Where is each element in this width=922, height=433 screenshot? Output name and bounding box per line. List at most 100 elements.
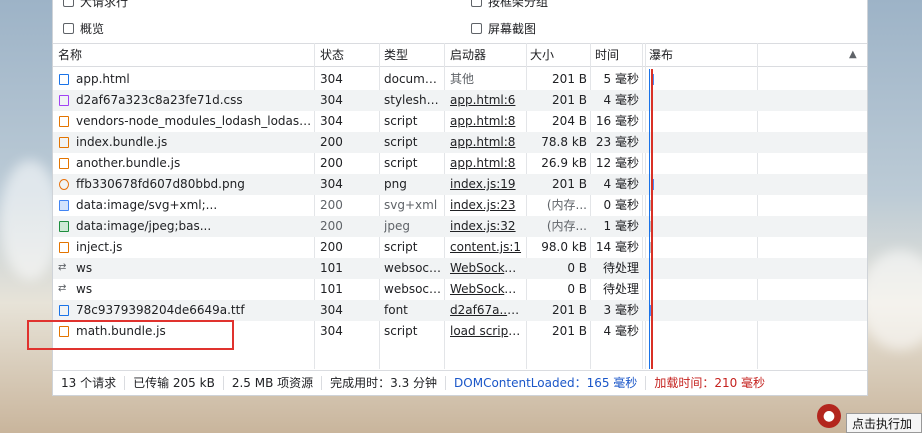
column-type[interactable]: 类型	[384, 44, 408, 66]
request-time: 4 毫秒	[603, 177, 639, 191]
overview-label: 概览	[80, 21, 105, 36]
column-initiator[interactable]: 启动器	[450, 44, 486, 66]
request-name: d2af67a323c8a23fe71d.css	[76, 93, 243, 107]
js-file-icon	[59, 137, 69, 148]
dom-content-loaded-line	[649, 69, 650, 369]
request-size: 0 B	[567, 282, 587, 296]
request-type: script	[384, 240, 418, 254]
screenshots-checkbox[interactable]	[471, 22, 482, 34]
table-row[interactable]: index.bundle.js 200 script app.html:8 78.8 k…	[53, 132, 867, 153]
overview-checkbox[interactable]	[63, 22, 74, 34]
js-file-icon	[59, 116, 69, 127]
js-file-icon	[59, 242, 69, 253]
table-row[interactable]: inject.js 200 script content.js:1 98.0 kB 14 …	[53, 237, 867, 258]
request-initiator[interactable]: d2af67a....css	[450, 300, 522, 321]
table-row[interactable]: app.html 304 document 其他 201 B 5 毫秒	[53, 69, 867, 90]
request-type: script	[384, 156, 418, 170]
sort-arrow-icon[interactable]: ▲	[849, 44, 857, 66]
request-time: 23 毫秒	[595, 135, 639, 149]
request-status: 200	[320, 135, 343, 149]
websocket-file-icon: ⇄	[58, 283, 67, 294]
request-initiator[interactable]: WebSocket...	[450, 258, 522, 279]
request-status: 200	[320, 198, 343, 212]
request-name: ws	[76, 261, 93, 275]
request-type: jpeg	[384, 219, 410, 233]
request-type: script	[384, 114, 418, 128]
tooltip: 点击执行加	[846, 413, 922, 433]
websocket-file-icon: ⇄	[58, 262, 67, 273]
jpg-file-icon	[59, 221, 69, 232]
request-initiator[interactable]: app.html:6	[450, 90, 522, 111]
request-name: vendors-node_modules_lodash_lodash_js-..…	[76, 114, 312, 128]
request-size: 204 B	[552, 114, 587, 128]
table-row[interactable]: d2af67a323c8a23fe71d.css 304 stylesheet app…	[53, 90, 867, 111]
request-time: 0 毫秒	[603, 198, 639, 212]
request-initiator[interactable]: load script:41	[450, 321, 522, 342]
large-rows-option[interactable]: 大请求行	[63, 0, 128, 11]
request-time: 5 毫秒	[603, 72, 639, 86]
table-header: 名称 状态 类型 启动器 大小 时间 瀑布 ▲	[53, 43, 867, 67]
request-size: 201 B	[552, 72, 587, 86]
table-row[interactable]: 78c9379398204de6649a.ttf 304 font d2af67a..…	[53, 300, 867, 321]
large-rows-checkbox[interactable]	[63, 0, 74, 7]
request-initiator[interactable]: index.js:23	[450, 195, 522, 216]
request-initiator[interactable]: content.js:1	[450, 237, 522, 258]
background-cloud	[0, 160, 60, 280]
resources-size: 2.5 MB 项资源	[224, 376, 323, 390]
group-by-frame-option[interactable]: 按框架分组	[471, 0, 548, 11]
request-name: app.html	[76, 72, 130, 86]
request-initiator[interactable]: index.js:19	[450, 174, 522, 195]
table-row[interactable]: another.bundle.js 200 script app.html:8 26.9…	[53, 153, 867, 174]
request-initiator[interactable]: index.js:32	[450, 216, 522, 237]
column-waterfall[interactable]: 瀑布	[649, 44, 673, 66]
request-status: 101	[320, 261, 343, 275]
table-row[interactable]: ffb330678fd607d80bbd.png 304 png index.js:1…	[53, 174, 867, 195]
column-size[interactable]: 大小	[530, 44, 554, 66]
load-event-line	[651, 69, 653, 369]
github-icon[interactable]: ●	[817, 404, 841, 428]
request-time: 4 毫秒	[603, 324, 639, 338]
load-time: 加载时间：210 毫秒	[654, 376, 766, 390]
request-name: inject.js	[76, 240, 123, 254]
highlight-box	[27, 320, 234, 350]
screenshots-option[interactable]: 屏幕截图	[471, 18, 536, 38]
large-rows-label: 大请求行	[80, 0, 129, 9]
request-type: stylesheet	[384, 93, 442, 107]
summary-bar: 13 个请求 已传输 205 kB 2.5 MB 项资源 完成用时：3.3 分钟…	[53, 370, 867, 395]
background-cloud	[860, 250, 922, 350]
request-size: 201 B	[552, 324, 587, 338]
request-initiator[interactable]: 其他	[450, 69, 522, 90]
font-file-icon	[59, 305, 69, 316]
request-size: 0 B	[567, 261, 587, 275]
request-initiator[interactable]: WebSocket...	[450, 279, 522, 300]
column-time[interactable]: 时间	[595, 44, 619, 66]
table-row[interactable]: data:image/svg+xml;... 200 svg+xml index.js…	[53, 195, 867, 216]
table-row[interactable]: ⇄ ws 101 websocket WebSocket... 0 B 待处理	[53, 279, 867, 300]
request-count: 13 个请求	[53, 376, 126, 390]
request-size: 201 B	[552, 177, 587, 191]
options-row-top: 大请求行 按框架分组	[53, 0, 867, 11]
request-name: data:image/svg+xml;...	[76, 198, 218, 212]
request-status: 304	[320, 324, 343, 338]
request-name: index.bundle.js	[76, 135, 168, 149]
css-file-icon	[59, 95, 69, 106]
column-name[interactable]: 名称	[58, 44, 82, 66]
group-by-frame-checkbox[interactable]	[471, 0, 482, 7]
table-row[interactable]: data:image/jpeg;bas... 200 jpeg index.js:32…	[53, 216, 867, 237]
request-initiator[interactable]: app.html:8	[450, 132, 522, 153]
request-size: 98.0 kB	[541, 240, 587, 254]
request-type: png	[384, 177, 407, 191]
request-time: 待处理	[602, 282, 639, 296]
overview-option[interactable]: 概览	[63, 18, 104, 38]
request-type: script	[384, 135, 418, 149]
request-status: 101	[320, 282, 343, 296]
request-time: 12 毫秒	[595, 156, 639, 170]
request-status: 304	[320, 114, 343, 128]
column-status[interactable]: 状态	[320, 44, 344, 66]
table-row[interactable]: ⇄ ws 101 websocket WebSocket... 0 B 待处理	[53, 258, 867, 279]
screenshots-label: 屏幕截图	[488, 21, 537, 36]
request-initiator[interactable]: app.html:8	[450, 111, 522, 132]
options-row: 概览 屏幕截图	[53, 18, 867, 38]
request-initiator[interactable]: app.html:8	[450, 153, 522, 174]
table-row[interactable]: vendors-node_modules_lodash_lodash_js-..…	[53, 111, 867, 132]
